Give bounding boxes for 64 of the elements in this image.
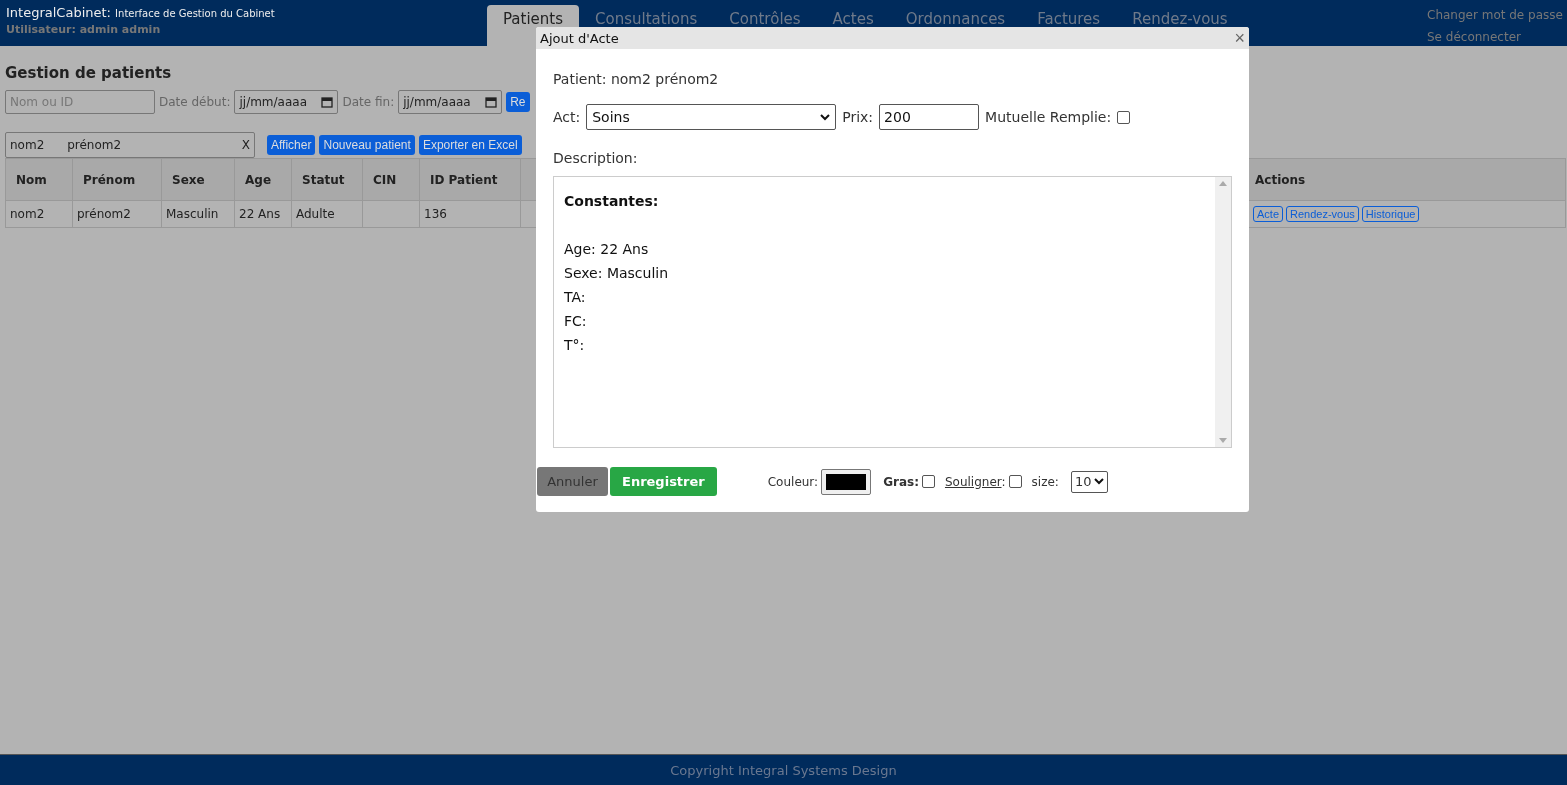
action-button[interactable]: Exporter en Excel [418,135,522,155]
checkbox[interactable] [1117,110,1131,124]
table-cell: 136 [419,200,521,228]
field-label: Description: [553,150,639,166]
editor-line: FC: [564,312,588,331]
page-title: Gestion de patients [5,64,172,82]
row-action-button[interactable]: Rendez-vous [1286,206,1359,222]
chevron-down-icon [820,113,831,121]
act-select[interactable]: Soins [586,104,837,130]
checkbox[interactable] [921,475,935,488]
field-label: Act: [553,109,581,125]
column-header: Prénom [72,158,162,201]
close-button[interactable]: × [1234,29,1245,47]
clear-button[interactable]: X [241,138,250,152]
row-action-button[interactable]: Acte [1253,206,1283,222]
column-header: Statut [291,158,363,201]
column-header: ID Patient [419,158,521,201]
editor-line: T°: [564,336,586,355]
field-label: size: [1031,474,1059,489]
field-label: Date fin: [342,95,395,109]
table-cell: Masculin [161,200,235,228]
patient-label: Patient: nom2 prénom2 [553,71,720,87]
column-header: Sexe [161,158,235,201]
editor-line: Age: 22 Ans [564,240,650,259]
field-label: Gras: [883,474,919,489]
app-title: IntegralCabinet: Interface de Gestion du Cabinet [6,5,276,20]
column-header: Nom [5,158,73,201]
editor-line: TA: [564,288,587,307]
row-action-button[interactable]: Historique [1361,206,1420,222]
column-header: Actions [1248,158,1566,201]
patient-search-field[interactable]: nom2 prénom2 X [5,132,255,158]
action-button[interactable]: Afficher [267,135,316,155]
calendar-icon [321,96,334,108]
table-cell: prénom2 [72,200,162,228]
price-field[interactable]: 200 [879,104,980,130]
save-button[interactable]: Enregistrer [610,467,717,496]
column-header: Age [234,158,292,201]
search-field[interactable]: Nom ou ID [5,90,155,114]
field-label: Souligner: [944,474,1006,489]
field-label: Date début: [159,95,231,109]
search-button[interactable]: Re [506,92,530,112]
table-cell: 22 Ans [234,200,292,228]
editor-heading: Constantes: [564,192,660,211]
calendar-icon [485,96,498,108]
action-button[interactable]: Nouveau patient [319,135,415,155]
description-editor[interactable]: Constantes: Age: 22 Ans Sexe: Masculin TA: FC: T°: [553,176,1232,448]
field-label: Couleur: [767,474,819,489]
cancel-button[interactable]: Annuler [537,467,608,496]
table-cell: nom2 [5,200,73,228]
header-link[interactable]: Se déconnecter [1427,30,1567,44]
copyright-text: Copyright Integral Systems Design [670,762,897,778]
date-field[interactable]: jj/mm/aaaa [234,90,339,114]
editor-line: Sexe: Masculin [564,264,670,283]
color-picker[interactable] [821,468,872,495]
table-cell: Adulte [291,200,363,228]
field-label: Mutuelle Remplie: [985,109,1112,125]
checkbox[interactable] [1008,475,1022,488]
column-header: CIN [362,158,420,201]
user-label: Utilisateur: admin admin [6,23,162,36]
header-link[interactable]: Changer mot de passe [1427,8,1567,22]
chevron-down-icon [1094,478,1105,485]
size-select[interactable]: 10 [1070,470,1109,493]
date-field[interactable]: jj/mm/aaaa [398,90,503,114]
field-label: Prix: [842,109,874,125]
